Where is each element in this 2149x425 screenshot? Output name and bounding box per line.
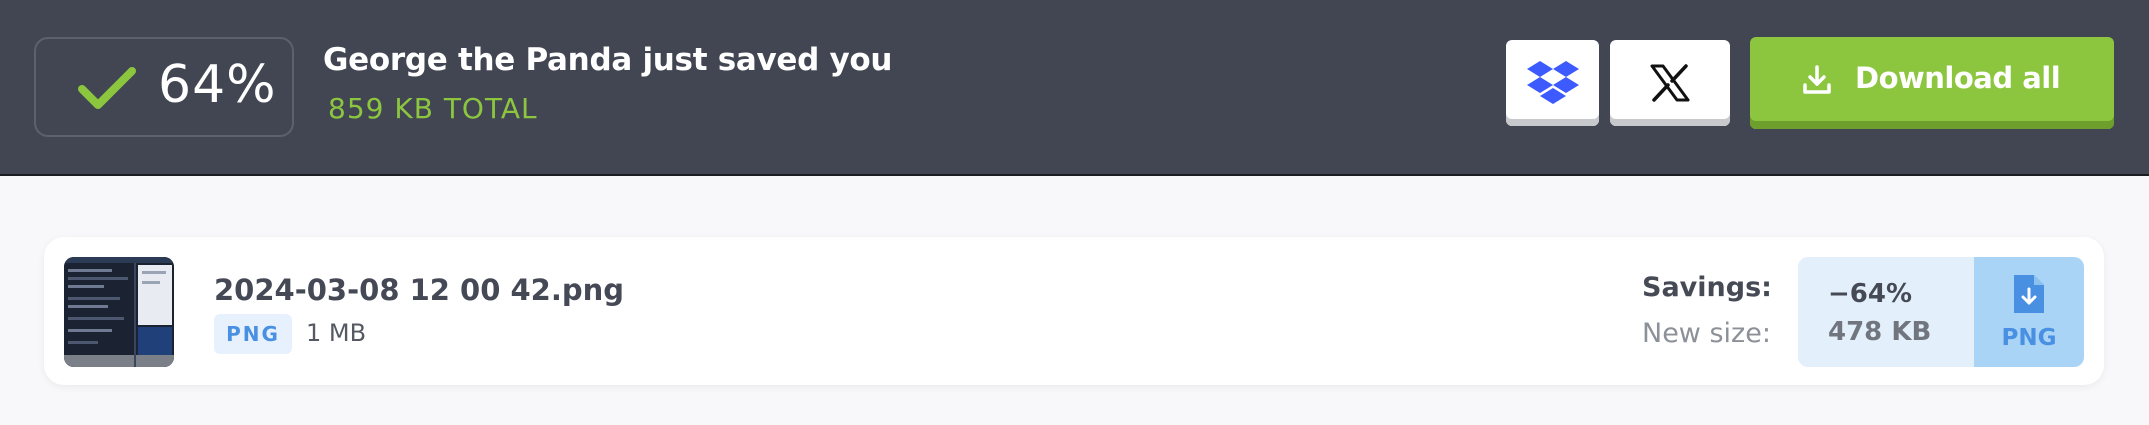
- dropbox-button[interactable]: [1506, 40, 1599, 126]
- savings-label: Savings:: [1642, 272, 1772, 303]
- x-share-button[interactable]: [1610, 40, 1730, 126]
- original-size: 1 MB: [306, 319, 367, 347]
- new-size-value: 478 KB: [1828, 317, 1932, 347]
- file-download-icon: [2014, 275, 2044, 313]
- download-file-type: PNG: [2001, 325, 2057, 351]
- savings-percent: 64%: [158, 55, 277, 115]
- download-icon: [1803, 65, 1831, 94]
- result-box: −64% 478 KB: [1798, 257, 1974, 367]
- file-type-badge: PNG: [214, 314, 292, 354]
- dropbox-icon: [1526, 61, 1579, 104]
- x-icon: [1650, 64, 1690, 102]
- results-header: 64% George the Panda just saved you 859 …: [0, 0, 2149, 176]
- file-row: 2024-03-08 12 00 42.png PNG 1 MB Savings…: [44, 237, 2104, 385]
- file-name: 2024-03-08 12 00 42.png: [214, 273, 625, 307]
- headline: George the Panda just saved you: [323, 42, 893, 78]
- download-file-button[interactable]: PNG: [1974, 257, 2084, 367]
- download-all-label: Download all: [1855, 61, 2061, 95]
- new-size-label: New size:: [1642, 318, 1771, 349]
- savings-value: −64%: [1828, 279, 1913, 309]
- download-all-button[interactable]: Download all: [1750, 37, 2114, 129]
- total-saved: 859 KB TOTAL: [328, 92, 538, 125]
- check-icon: [78, 67, 136, 109]
- savings-summary-box: 64%: [34, 37, 294, 137]
- file-thumbnail[interactable]: [64, 257, 174, 367]
